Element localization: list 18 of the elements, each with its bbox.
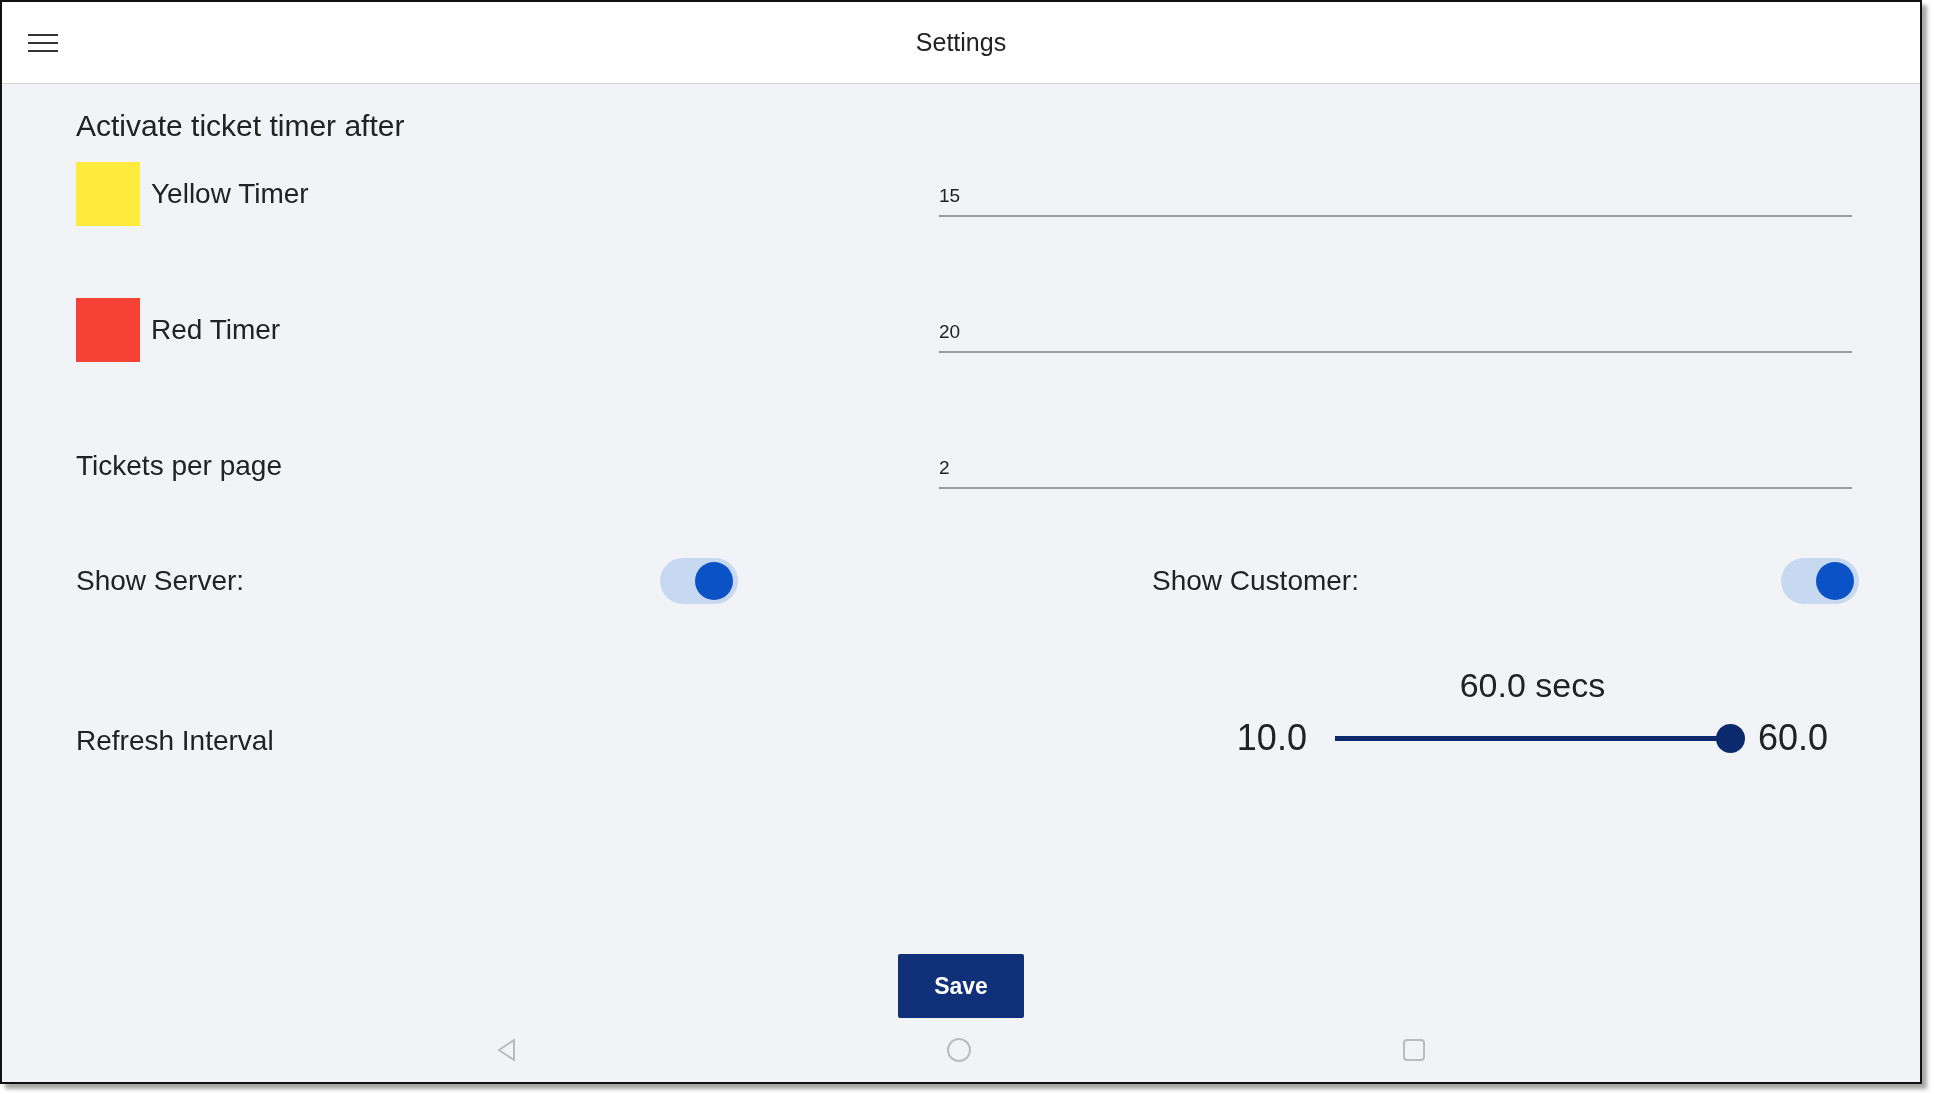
input-field[interactable]: 15 — [939, 179, 1852, 217]
refresh-label: Refresh Interval — [76, 725, 274, 757]
timer-label: Red Timer — [151, 314, 281, 346]
tickets-label: Tickets per page — [76, 450, 282, 482]
timer-label: Yellow Timer — [151, 178, 309, 210]
save-button[interactable]: Save — [898, 954, 1024, 1018]
toggle-switch[interactable] — [1781, 558, 1859, 604]
slider-reading: 60.0 secs — [1458, 666, 1607, 705]
toggle-switch[interactable] — [660, 558, 738, 604]
page-title: Settings — [915, 28, 1007, 57]
toggle-label: Show Server: — [76, 565, 245, 597]
input-field[interactable]: 20 — [939, 315, 1852, 353]
section-heading: Activate ticket timer after — [76, 110, 406, 142]
toggle-label: Show Customer: — [1152, 565, 1359, 597]
slider-max-label: 60.0 — [1757, 717, 1828, 759]
input-field[interactable]: 2 — [939, 451, 1852, 489]
menu-icon[interactable] — [28, 33, 58, 53]
slider-min-label: 10.0 — [1236, 717, 1307, 759]
